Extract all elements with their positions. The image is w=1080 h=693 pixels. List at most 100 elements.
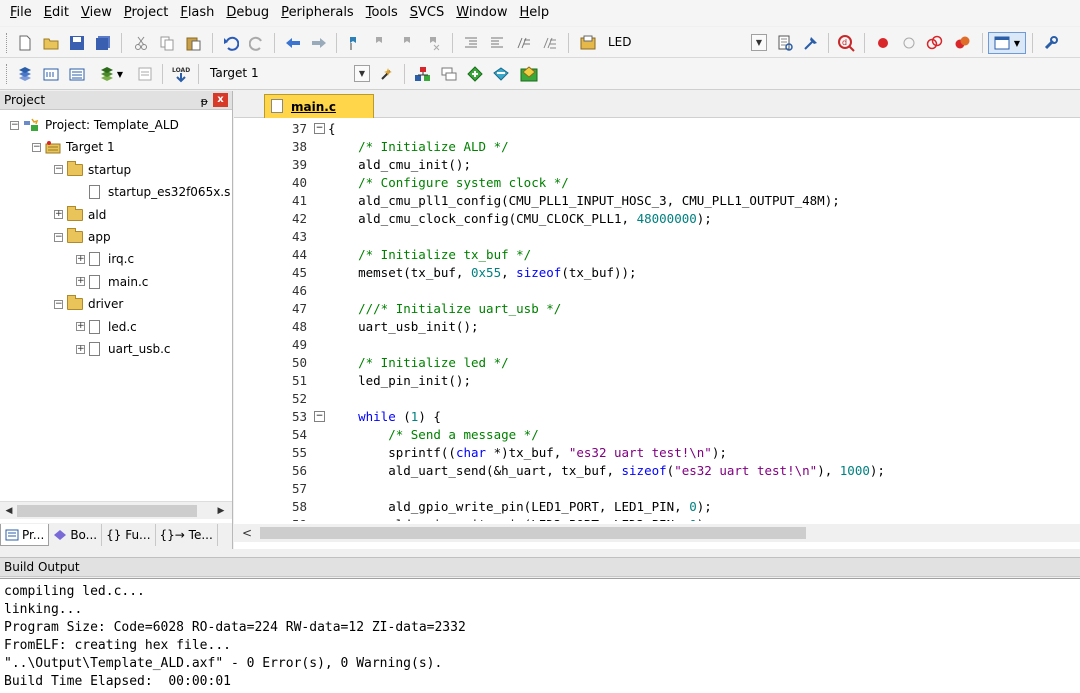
tree-item-file[interactable]: + led.c — [76, 317, 137, 337]
expand-icon[interactable]: + — [76, 344, 85, 354]
options-for-target-icon[interactable] — [376, 63, 398, 85]
tree-item-folder[interactable]: + ald — [54, 205, 106, 225]
comment-icon[interactable] — [512, 32, 534, 54]
editor-horizontal-scrollbar[interactable]: < — [234, 524, 1080, 542]
stop-build-icon[interactable] — [134, 63, 156, 85]
scroll-right-icon[interactable]: ▶ — [214, 504, 228, 518]
undo-icon[interactable] — [220, 32, 242, 54]
collapse-icon[interactable]: − — [54, 299, 63, 309]
incremental-find-icon[interactable] — [800, 32, 822, 54]
tab-functions[interactable]: {} Fu... — [102, 524, 156, 546]
find-in-files-icon[interactable] — [578, 32, 600, 54]
menu-debug[interactable]: Debug — [220, 2, 275, 24]
build-icon[interactable] — [40, 63, 62, 85]
code-editor[interactable]: 37−{38 /* Initialize ALD */39 ald_cmu_in… — [234, 119, 1080, 521]
translate-icon[interactable] — [14, 63, 36, 85]
file-extensions-icon[interactable] — [438, 63, 460, 85]
select-packs-icon[interactable] — [464, 63, 486, 85]
menu-project[interactable]: Project — [118, 2, 175, 24]
line-number: 42 — [291, 211, 307, 226]
navigate-forward-icon[interactable] — [308, 32, 330, 54]
find-combo-dropdown[interactable]: ▼ — [751, 34, 767, 51]
paste-icon[interactable] — [182, 32, 204, 54]
manage-run-time-environment-icon[interactable] — [518, 63, 540, 85]
tree-item-label: startup — [88, 162, 132, 177]
navigate-back-icon[interactable] — [282, 32, 304, 54]
batch-build-icon[interactable]: ▼ — [94, 63, 128, 85]
enable-breakpoint-icon[interactable] — [898, 32, 920, 54]
toolbar-grip[interactable] — [6, 64, 9, 84]
project-horizontal-scrollbar[interactable]: ◀ ▶ — [0, 501, 232, 519]
redo-icon[interactable] — [246, 32, 268, 54]
tree-item-file[interactable]: + irq.c — [76, 249, 134, 269]
tree-item-target[interactable]: − Target 1 — [32, 137, 115, 157]
tree-item-file[interactable]: + main.c — [76, 272, 148, 292]
tree-item-project[interactable]: − Project: Template_ALD — [10, 115, 179, 135]
find-text[interactable]: LED — [608, 35, 632, 49]
tree-item-folder[interactable]: − startup — [54, 160, 131, 180]
tree-item-file[interactable]: startup_es32f065x.s — [76, 182, 230, 202]
target-select[interactable]: Target 1 — [210, 66, 259, 80]
pack-installer-icon[interactable] — [490, 63, 512, 85]
rebuild-icon[interactable] — [66, 63, 88, 85]
expand-icon[interactable]: + — [76, 322, 85, 332]
pin-icon[interactable]: ᵽ — [201, 92, 208, 111]
tab-templates[interactable]: {}→ Te... — [156, 524, 218, 546]
expand-icon[interactable]: + — [54, 210, 63, 220]
download-load-icon[interactable]: LOAD — [170, 63, 192, 85]
copy-icon[interactable] — [156, 32, 178, 54]
next-bookmark-icon[interactable] — [396, 32, 418, 54]
configure-wrench-icon[interactable] — [1040, 32, 1062, 54]
menu-help[interactable]: Help — [514, 2, 556, 24]
open-folder-icon[interactable] — [40, 32, 62, 54]
tab-project[interactable]: Pr... — [0, 524, 50, 546]
expand-icon[interactable]: + — [76, 277, 85, 287]
fold-toggle-icon[interactable]: − — [314, 123, 325, 134]
start-debug-icon[interactable]: d — [835, 32, 857, 54]
window-layout-button[interactable]: ▼ — [988, 32, 1026, 54]
scroll-left-icon[interactable]: < — [242, 526, 252, 540]
kill-all-breakpoints-icon[interactable] — [952, 32, 974, 54]
save-all-icon[interactable] — [92, 32, 114, 54]
clear-bookmarks-icon[interactable] — [422, 32, 444, 54]
menu-file[interactable]: File — [4, 2, 38, 24]
expand-icon[interactable]: + — [76, 254, 85, 264]
cut-icon[interactable] — [130, 32, 152, 54]
menu-view[interactable]: View — [75, 2, 118, 24]
tree-item-folder[interactable]: − app — [54, 227, 111, 247]
scroll-thumb[interactable] — [17, 505, 197, 517]
scroll-left-icon[interactable]: ◀ — [2, 504, 16, 518]
collapse-icon[interactable]: − — [10, 120, 19, 130]
menu-window[interactable]: Window — [450, 2, 513, 24]
menu-svcs[interactable]: SVCS — [404, 2, 451, 24]
toolbar-grip[interactable] — [6, 33, 9, 53]
insert-breakpoint-icon[interactable] — [872, 32, 894, 54]
uncomment-icon[interactable] — [538, 32, 560, 54]
menu-edit[interactable]: Edit — [38, 2, 75, 24]
collapse-icon[interactable]: − — [54, 165, 63, 175]
collapse-icon[interactable]: − — [32, 142, 41, 152]
code-token: uart_usb_init(); — [328, 319, 479, 334]
find-dialog-icon[interactable] — [774, 32, 796, 54]
bookmark-icon[interactable] — [344, 32, 366, 54]
prev-bookmark-icon[interactable] — [370, 32, 392, 54]
fold-toggle-icon[interactable]: − — [314, 411, 325, 422]
disable-all-breakpoints-icon[interactable] — [924, 32, 946, 54]
new-file-icon[interactable] — [14, 32, 36, 54]
unindent-icon[interactable] — [486, 32, 508, 54]
menu-tools[interactable]: Tools — [360, 2, 404, 24]
save-icon[interactable] — [66, 32, 88, 54]
tab-books[interactable]: Bo... — [49, 524, 103, 546]
indent-icon[interactable] — [460, 32, 482, 54]
build-output-pane[interactable]: compiling led.c... linking... Program Size… — [0, 578, 1080, 693]
collapse-icon[interactable]: − — [54, 232, 63, 242]
close-icon[interactable]: x — [213, 93, 228, 107]
menu-flash[interactable]: Flash — [174, 2, 220, 24]
manage-project-items-icon[interactable] — [412, 63, 434, 85]
menu-peripherals[interactable]: Peripherals — [275, 2, 360, 24]
target-dropdown[interactable]: ▼ — [354, 65, 370, 82]
tree-item-folder[interactable]: − driver — [54, 294, 123, 314]
tree-item-file[interactable]: + uart_usb.c — [76, 339, 170, 359]
scroll-thumb[interactable] — [260, 527, 806, 539]
tab-main-c[interactable]: main.c — [264, 94, 374, 118]
